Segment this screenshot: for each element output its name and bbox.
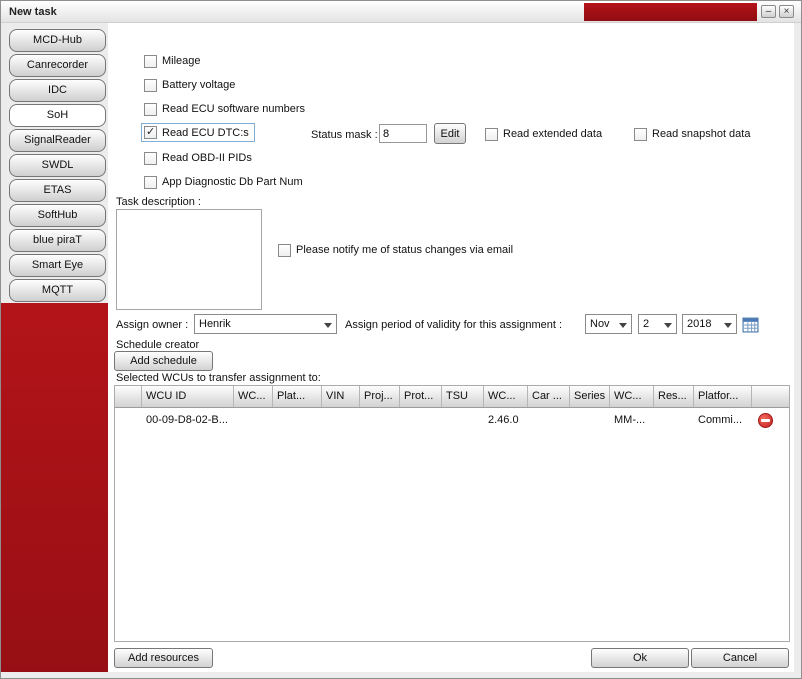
window-title: New task [9, 6, 57, 18]
schedule-creator-label: Schedule creator [116, 339, 199, 351]
sidebar-tab-signalreader[interactable]: SignalReader [9, 129, 106, 152]
task-description-input[interactable] [116, 209, 262, 310]
ok-button[interactable]: Ok [591, 648, 689, 668]
col-header-platfor[interactable]: Platfor... [694, 386, 752, 407]
notify-row: Please notify me of status changes via e… [278, 242, 513, 258]
remove-row-icon[interactable] [758, 413, 773, 428]
calendar-picker-button[interactable] [741, 315, 759, 333]
selected-wcus-label: Selected WCUs to transfer assignment to: [116, 372, 321, 384]
battery-voltage-label: Battery voltage [162, 79, 235, 91]
obd-pids-row: Read OBD-II PIDs [144, 150, 252, 166]
add-schedule-button[interactable]: Add schedule [114, 351, 213, 371]
read-extended-label: Read extended data [503, 128, 602, 140]
notify-label: Please notify me of status changes via e… [296, 244, 513, 256]
read-snapshot-checkbox[interactable] [634, 128, 647, 141]
notify-checkbox[interactable] [278, 244, 291, 257]
sidebar-tab-idc[interactable]: IDC [9, 79, 106, 102]
assign-owner-label: Assign owner : [116, 319, 188, 331]
titlebar-red-accent [584, 3, 757, 21]
status-mask-label: Status mask : [311, 129, 378, 141]
battery-voltage-row: Battery voltage [144, 77, 235, 93]
ecu-dtc-checkbox[interactable]: ✓ [144, 126, 157, 139]
app-diag-row: App Diagnostic Db Part Num [144, 174, 303, 190]
col-header-tsu[interactable]: TSU [442, 386, 484, 407]
chevron-down-icon [619, 323, 627, 328]
col-header-wc2[interactable]: WC... [484, 386, 528, 407]
ecu-software-label: Read ECU software numbers [162, 103, 305, 115]
ecu-software-row: Read ECU software numbers [144, 101, 305, 117]
app-diag-label: App Diagnostic Db Part Num [162, 176, 303, 188]
chevron-down-icon [664, 323, 672, 328]
col-header-series[interactable]: Series [570, 386, 610, 407]
check-icon: ✓ [146, 125, 155, 138]
col-header-proj[interactable]: Proj... [360, 386, 400, 407]
status-mask-input[interactable] [379, 124, 427, 143]
col-header-car[interactable]: Car ... [528, 386, 570, 407]
validity-year-value: 2018 [687, 318, 711, 330]
ecu-software-checkbox[interactable] [144, 103, 157, 116]
sidebar-tab-canrecorder[interactable]: Canrecorder [9, 54, 106, 77]
validity-month-value: Nov [590, 318, 610, 330]
read-extended-row: Read extended data [485, 126, 602, 142]
battery-voltage-checkbox[interactable] [144, 79, 157, 92]
col-header-res[interactable]: Res... [654, 386, 694, 407]
col-header-plat[interactable]: Plat... [273, 386, 322, 407]
app-diag-checkbox[interactable] [144, 176, 157, 189]
col-header-wc3[interactable]: WC... [610, 386, 654, 407]
add-resources-button[interactable]: Add resources [114, 648, 213, 668]
calendar-icon [742, 316, 759, 333]
wcu-table-header: WCU ID WC... Plat... VIN Proj... Prot...… [115, 386, 789, 408]
cell-wc3: MM-... [610, 414, 654, 426]
col-header-actions[interactable] [752, 386, 789, 407]
col-header-prot[interactable]: Prot... [400, 386, 442, 407]
sidebar: MCD-Hub Canrecorder IDC SoH SignalReader… [1, 23, 108, 679]
title-bar[interactable]: New task – × [1, 1, 801, 23]
content-panel: Mileage Battery voltage Read ECU softwar… [108, 23, 794, 672]
obd-pids-checkbox[interactable] [144, 152, 157, 165]
sidebar-red-panel [1, 303, 108, 672]
sidebar-tab-mcd-hub[interactable]: MCD-Hub [9, 29, 106, 52]
cell-wc2: 2.46.0 [484, 414, 528, 426]
read-extended-checkbox[interactable] [485, 128, 498, 141]
cell-platfor: Commi... [694, 414, 752, 426]
ecu-dtc-label: Read ECU DTC:s [162, 127, 249, 139]
assign-owner-value: Henrik [199, 318, 231, 330]
col-header-wc1[interactable]: WC... [234, 386, 273, 407]
cancel-button[interactable]: Cancel [691, 648, 789, 668]
sidebar-tab-mqtt[interactable]: MQTT [9, 279, 106, 302]
ecu-dtc-row-focused: ✓ Read ECU DTC:s [141, 123, 255, 142]
validity-day-value: 2 [643, 318, 649, 330]
new-task-dialog: New task – × MCD-Hub Canrecorder IDC SoH… [0, 0, 802, 679]
wcu-table: WCU ID WC... Plat... VIN Proj... Prot...… [114, 385, 790, 642]
validity-year-select[interactable]: 2018 [682, 314, 737, 334]
sidebar-tab-softhub[interactable]: SoftHub [9, 204, 106, 227]
minimize-button[interactable]: – [761, 5, 776, 18]
col-header-vin[interactable]: VIN [322, 386, 360, 407]
validity-label: Assign period of validity for this assig… [345, 319, 562, 331]
obd-pids-label: Read OBD-II PIDs [162, 152, 252, 164]
sidebar-tab-etas[interactable]: ETAS [9, 179, 106, 202]
wcu-table-row[interactable]: 00-09-D8-02-B... 2.46.0 MM-... Commi... [115, 408, 789, 432]
edit-button[interactable]: Edit [434, 123, 466, 144]
col-header-blank[interactable] [115, 386, 142, 407]
sidebar-tab-soh[interactable]: SoH [9, 104, 106, 127]
validity-month-select[interactable]: Nov [585, 314, 632, 334]
chevron-down-icon [324, 323, 332, 328]
mileage-label: Mileage [162, 55, 201, 67]
sidebar-tab-blue-pirat[interactable]: blue piraT [9, 229, 106, 252]
sidebar-tab-swdl[interactable]: SWDL [9, 154, 106, 177]
cell-wcu-id: 00-09-D8-02-B... [142, 414, 234, 426]
read-snapshot-label: Read snapshot data [652, 128, 750, 140]
cell-actions [752, 413, 789, 428]
col-header-wcu-id[interactable]: WCU ID [142, 386, 234, 407]
mileage-row: Mileage [144, 53, 201, 69]
assign-owner-select[interactable]: Henrik [194, 314, 337, 334]
mileage-checkbox[interactable] [144, 55, 157, 68]
read-snapshot-row: Read snapshot data [634, 126, 750, 142]
validity-day-select[interactable]: 2 [638, 314, 677, 334]
chevron-down-icon [724, 323, 732, 328]
sidebar-tab-smart-eye[interactable]: Smart Eye [9, 254, 106, 277]
task-description-label: Task description : [116, 196, 201, 208]
close-button[interactable]: × [779, 5, 794, 18]
